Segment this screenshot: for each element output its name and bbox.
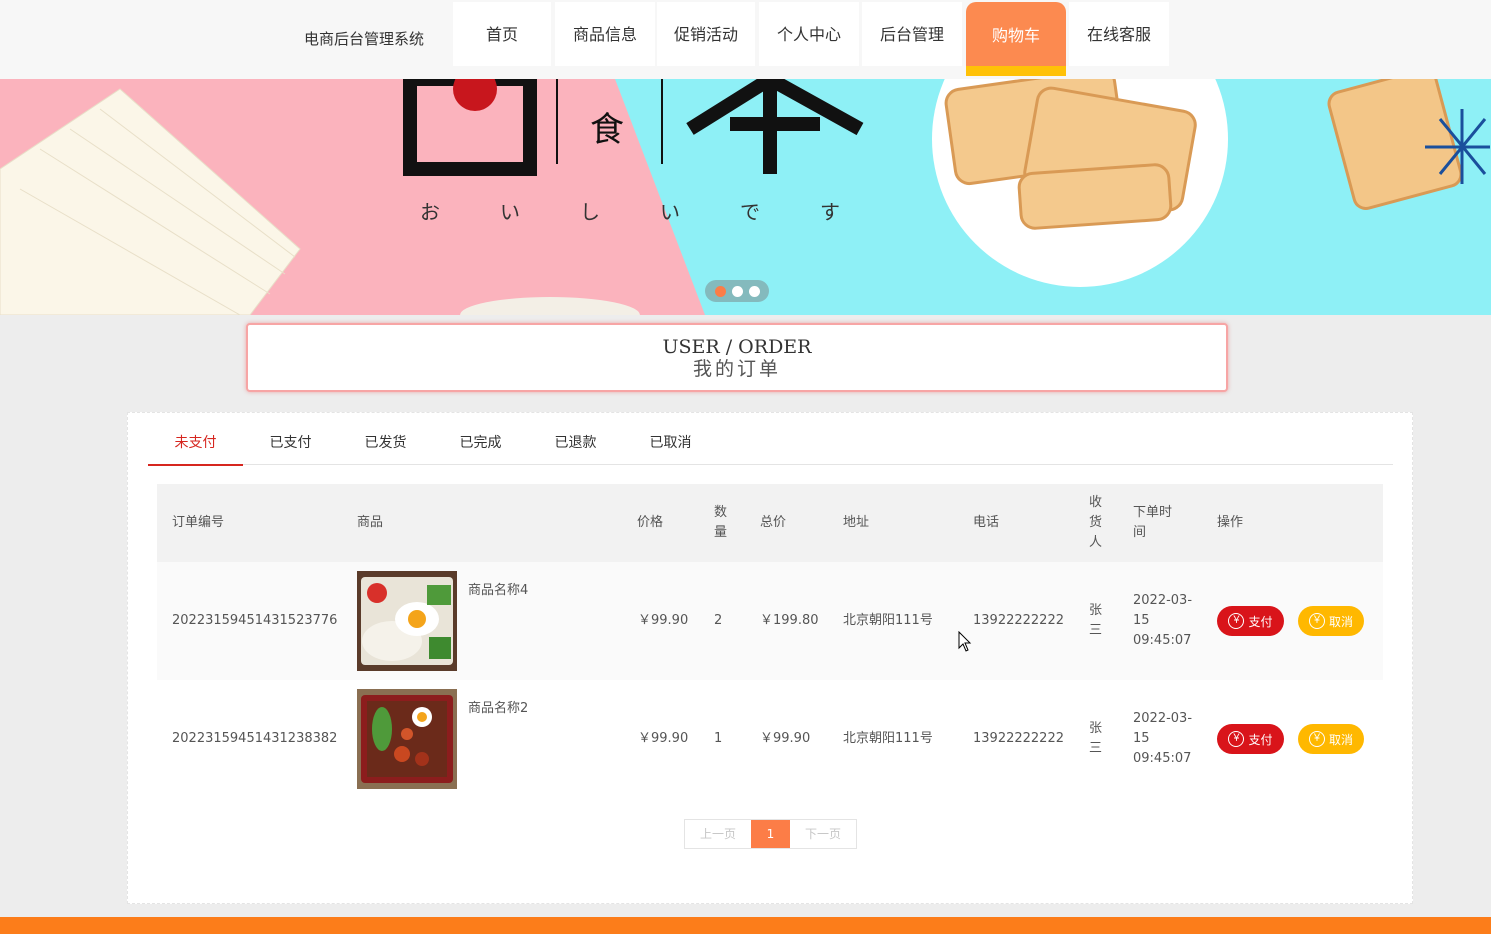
svg-text:で: で <box>740 200 760 224</box>
pay-label: 支付 <box>1248 614 1273 629</box>
order-clock: 09:45:07 <box>1133 751 1192 766</box>
svg-text:食: 食 <box>590 110 624 150</box>
nav-products[interactable]: 商品信息 <box>555 2 655 66</box>
order-no: 20223159451431523776 <box>172 613 338 628</box>
next-page-button[interactable]: 下一页 <box>790 820 856 848</box>
price: ￥99.90 <box>638 613 689 628</box>
brand-title: 电商后台管理系统 <box>304 30 425 48</box>
carousel-indicators <box>705 280 769 302</box>
page-number-button[interactable]: 1 <box>751 820 790 848</box>
tab-cancelled[interactable]: 已取消 <box>623 426 718 465</box>
phone: 13922222222 <box>973 613 1064 628</box>
carousel-dot-1[interactable] <box>714 285 726 297</box>
table-row: 20223159451431523776 商品名称4 ￥99.90 2 ￥199… <box>157 562 1383 680</box>
th-receiver: 收货人 <box>1089 495 1103 550</box>
cancel-button[interactable]: ￥ 取消 <box>1298 606 1364 636</box>
yen-icon: ￥ <box>1308 613 1325 629</box>
nav-promotions[interactable]: 促销活动 <box>657 2 755 66</box>
nav-customer-service[interactable]: 在线客服 <box>1069 2 1169 66</box>
carousel-dot-3[interactable] <box>748 285 760 297</box>
tab-completed[interactable]: 已完成 <box>433 426 528 465</box>
top-header: 电商后台管理系统 首页 商品信息 促销活动 个人中心 后台管理 购物车 在线客服 <box>0 0 1491 79</box>
footer-bar <box>0 917 1491 934</box>
page-title-en: USER / ORDER <box>662 336 812 358</box>
carousel-dot-2[interactable] <box>731 285 743 297</box>
cancel-button[interactable]: ￥ 取消 <box>1298 724 1364 754</box>
tab-refunded[interactable]: 已退款 <box>528 426 623 465</box>
pay-button[interactable]: ￥ 支付 <box>1217 606 1284 636</box>
th-address: 地址 <box>843 515 870 530</box>
nav-admin[interactable]: 后台管理 <box>862 2 962 66</box>
banner-carousel[interactable]: 食 お い し い で す <box>0 79 1491 315</box>
th-price: 价格 <box>637 515 664 530</box>
th-actions: 操作 <box>1217 515 1244 530</box>
tab-paid[interactable]: 已支付 <box>243 426 338 465</box>
price: ￥99.90 <box>638 731 689 746</box>
th-product: 商品 <box>357 515 384 530</box>
receiver: 张三 <box>1089 721 1103 756</box>
th-order-no: 订单编号 <box>172 515 225 530</box>
total-price: ￥99.90 <box>760 731 811 746</box>
mouse-cursor-icon <box>958 631 972 652</box>
address: 北京朝阳111号 <box>843 731 933 746</box>
quantity: 2 <box>714 613 723 628</box>
tab-unpaid[interactable]: 未支付 <box>148 426 243 466</box>
pagination: 上一页 1 下一页 <box>684 819 857 849</box>
order-no: 20223159451431238382 <box>172 731 338 746</box>
page-title-box: USER / ORDER 我的订单 <box>246 323 1228 392</box>
table-row: 20223159451431238382 商品名称2 ￥99.90 1 ￥99.… <box>157 680 1383 798</box>
nav-cart[interactable]: 购物车 <box>966 2 1066 76</box>
product-name[interactable]: 商品名称2 <box>468 699 528 719</box>
orders-panel: 未支付 已支付 已发货 已完成 已退款 已取消 订单编号 商品 价格 数量 总价… <box>127 412 1413 904</box>
nav-personal-center[interactable]: 个人中心 <box>759 2 859 66</box>
cancel-label: 取消 <box>1328 732 1353 747</box>
th-qty: 数量 <box>714 505 728 540</box>
svg-text:し: し <box>580 200 600 224</box>
yen-icon: ￥ <box>1228 731 1245 747</box>
order-date: 2022-03-15 <box>1133 593 1193 628</box>
tab-shipped[interactable]: 已发货 <box>338 426 433 465</box>
th-time: 下单时间 <box>1133 505 1173 540</box>
quantity: 1 <box>714 731 723 746</box>
yen-icon: ￥ <box>1308 731 1325 747</box>
pay-label: 支付 <box>1248 732 1273 747</box>
th-phone: 电话 <box>973 515 1000 530</box>
order-status-tabs: 未支付 已支付 已发货 已完成 已退款 已取消 <box>148 426 1393 466</box>
product-name[interactable]: 商品名称4 <box>468 581 528 601</box>
svg-text:い: い <box>500 200 520 224</box>
orders-table: 订单编号 商品 价格 数量 总价 地址 电话 收货人 下单时间 操作 20223… <box>157 484 1383 798</box>
address: 北京朝阳111号 <box>843 613 933 628</box>
svg-text:お: お <box>420 200 440 224</box>
phone: 13922222222 <box>973 731 1064 746</box>
table-header: 订单编号 商品 价格 数量 总价 地址 电话 收货人 下单时间 操作 <box>157 484 1383 562</box>
nav-home[interactable]: 首页 <box>453 2 551 66</box>
th-total: 总价 <box>760 515 787 530</box>
total-price: ￥199.80 <box>760 613 819 628</box>
order-date: 2022-03-15 <box>1133 711 1193 746</box>
svg-text:い: い <box>660 200 680 224</box>
svg-text:す: す <box>820 200 840 224</box>
page-title-cn: 我的订单 <box>692 358 781 380</box>
product-thumbnail[interactable] <box>357 689 457 789</box>
prev-page-button[interactable]: 上一页 <box>685 820 751 848</box>
pay-button[interactable]: ￥ 支付 <box>1217 724 1284 754</box>
cancel-label: 取消 <box>1328 614 1353 629</box>
order-clock: 09:45:07 <box>1133 633 1192 648</box>
receiver: 张三 <box>1089 603 1103 638</box>
product-thumbnail[interactable] <box>357 571 457 671</box>
yen-icon: ￥ <box>1228 613 1245 629</box>
